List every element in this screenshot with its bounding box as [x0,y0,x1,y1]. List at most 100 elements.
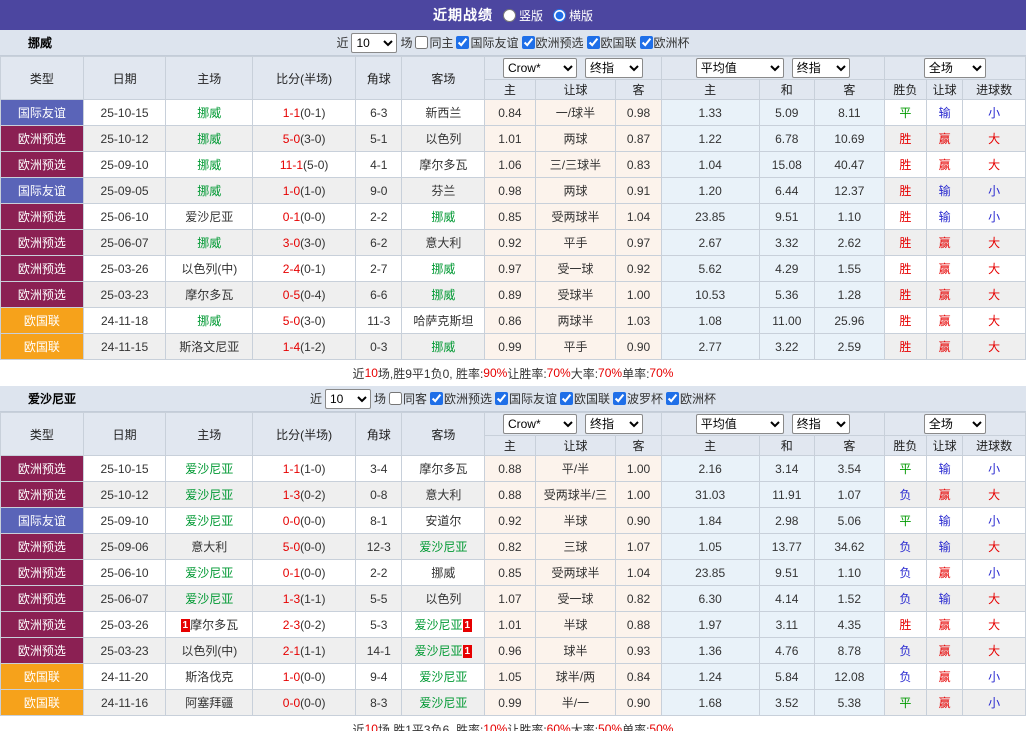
avg-home-odds: 1.68 [660,689,760,716]
home-team: 摩尔多瓦 [165,281,254,308]
handicap-home-odds: 0.99 [484,689,536,716]
same-venue-filter[interactable]: 同客 [388,390,427,407]
result-handicap: 赢 [926,333,964,360]
layout-option-vertical[interactable]: 竖版 [502,7,543,24]
match-type-badge: 国际友谊 [0,177,84,204]
away-team: 以色列 [401,125,486,152]
handicap-odds-group-header: Crow* 终指 [484,412,662,436]
league-filter[interactable]: 欧洲预选 [429,390,492,407]
same-venue-checkbox[interactable] [388,392,402,405]
sub-column-header: 胜负 [883,79,928,100]
league-filter-checkbox[interactable] [495,392,508,405]
league-filter-checkbox[interactable] [639,36,653,49]
result-winloss: 胜 [883,611,928,638]
league-filter[interactable]: 欧洲杯 [666,390,716,407]
handicap-away-odds: 0.87 [615,125,662,152]
avg-odds-select[interactable]: 平均值 [695,414,784,434]
away-team: 爱沙尼亚 [401,663,486,690]
avg-away-odds: 1.52 [814,585,885,612]
table-row: 欧洲预选 25-10-12 挪威 5-0(3-0) 5-1 以色列 1.01 两球 0.87 1.… [0,125,1026,152]
home-team: 1 摩尔多瓦 [165,611,254,638]
away-team: 爱沙尼亚 [401,533,486,560]
handicap-line: 受一球 [534,255,617,282]
league-filter-checkbox[interactable] [666,392,680,405]
avg-away-odds: 2.59 [814,333,885,360]
league-filter[interactable]: 欧洲预选 [521,34,584,51]
column-header: 日期 [82,412,167,456]
same-venue-checkbox[interactable] [415,36,429,49]
league-filter[interactable]: 欧国联 [586,34,637,51]
fulltime-score: 2-3 [282,617,301,632]
team-section-norway: 挪威近 10 场同主 国际友谊 欧洲预选 欧国联 欧洲杯 类型 日期 主场 比分(半场) 角球 客场 Cr… [0,30,1026,386]
match-score: 2-4(0-1) [252,255,357,282]
away-team: 芬兰 [401,177,486,204]
fulltime-score: 5-0 [282,313,301,328]
vertical-layout-radio[interactable] [502,8,516,22]
result-goals: 大 [962,125,1026,152]
league-filter-checkbox[interactable] [521,36,535,49]
league-filter-checkbox[interactable] [429,392,443,405]
away-team: 爱沙尼亚 1 [401,637,486,664]
match-count-select[interactable]: 10 [351,32,398,53]
horizontal-layout-radio[interactable] [553,8,566,22]
corner-score: 0-8 [355,481,403,508]
away-team: 挪威 [401,203,486,230]
avg-draw-odds: 15.08 [758,151,816,178]
avg-final-select[interactable]: 终指 [791,58,850,78]
league-filter-checkbox[interactable] [613,392,627,405]
avg-draw-odds: 3.22 [758,333,816,360]
fulltime-score: 0-0 [282,513,301,528]
league-filter[interactable]: 欧洲杯 [639,34,690,51]
league-filter[interactable]: 国际友谊 [495,390,557,407]
scope-select[interactable]: 全场 [923,58,986,78]
sub-column-header: 让球 [926,79,964,100]
same-venue-filter[interactable]: 同主 [415,34,453,51]
halftime-score: (0-0) [300,565,326,580]
scope-select[interactable]: 全场 [923,414,986,434]
result-goals: 大 [962,307,1026,334]
away-team: 爱沙尼亚 1 [401,611,486,638]
handicap-away-odds: 1.04 [615,559,662,586]
sub-column-header: 和 [758,435,816,456]
handicap-away-odds: 1.00 [615,281,662,308]
away-team: 新西兰 [401,99,486,126]
match-type-badge: 欧洲预选 [0,481,84,508]
league-filter-checkbox[interactable] [586,36,600,49]
league-filter[interactable]: 国际友谊 [456,34,519,51]
odds-source-select[interactable]: Crow* [502,414,577,434]
avg-draw-odds: 6.78 [758,125,816,152]
halftime-score: (0-0) [300,513,326,528]
halftime-score: (0-2) [300,617,326,632]
result-winloss: 胜 [883,281,928,308]
column-header: 客场 [401,412,486,456]
result-goals: 小 [962,663,1026,690]
match-type-badge: 欧洲预选 [0,281,84,308]
league-filter-checkbox[interactable] [456,36,470,49]
odds-source-select[interactable]: Crow* [502,58,577,78]
match-count-select[interactable]: 10 [324,388,371,409]
league-filter[interactable]: 波罗杯 [613,390,663,407]
result-winloss: 平 [883,689,928,716]
away-team-name: 以色列 [425,132,462,146]
league-filter[interactable]: 欧国联 [560,390,610,407]
column-header: 日期 [82,56,167,100]
away-team-name: 摩尔多瓦 [419,158,468,172]
avg-away-odds: 8.11 [814,99,885,126]
layout-option-horizontal[interactable]: 横版 [553,7,593,24]
handicap-final-select[interactable]: 终指 [584,58,643,78]
avg-home-odds: 10.53 [660,281,760,308]
fulltime-score: 0-1 [282,209,301,224]
table-row: 欧洲预选 25-03-23 摩尔多瓦 0-5(0-4) 6-6 挪威 0.89 受球半 1.00… [0,281,1026,308]
sub-column-header: 主 [484,435,536,456]
summary-segment: 50% [649,722,674,731]
league-filter-checkbox[interactable] [560,392,574,405]
match-score: 1-0(0-0) [252,663,357,690]
avg-final-select[interactable]: 终指 [791,414,850,434]
handicap-final-select[interactable]: 终指 [584,414,643,434]
match-type-badge: 欧洲预选 [0,533,84,560]
halftime-score: (1-1) [300,591,326,606]
match-type-badge: 欧洲预选 [0,455,84,482]
avg-odds-select[interactable]: 平均值 [695,58,784,78]
handicap-away-odds: 0.83 [615,151,662,178]
avg-draw-odds: 2.98 [758,507,816,534]
